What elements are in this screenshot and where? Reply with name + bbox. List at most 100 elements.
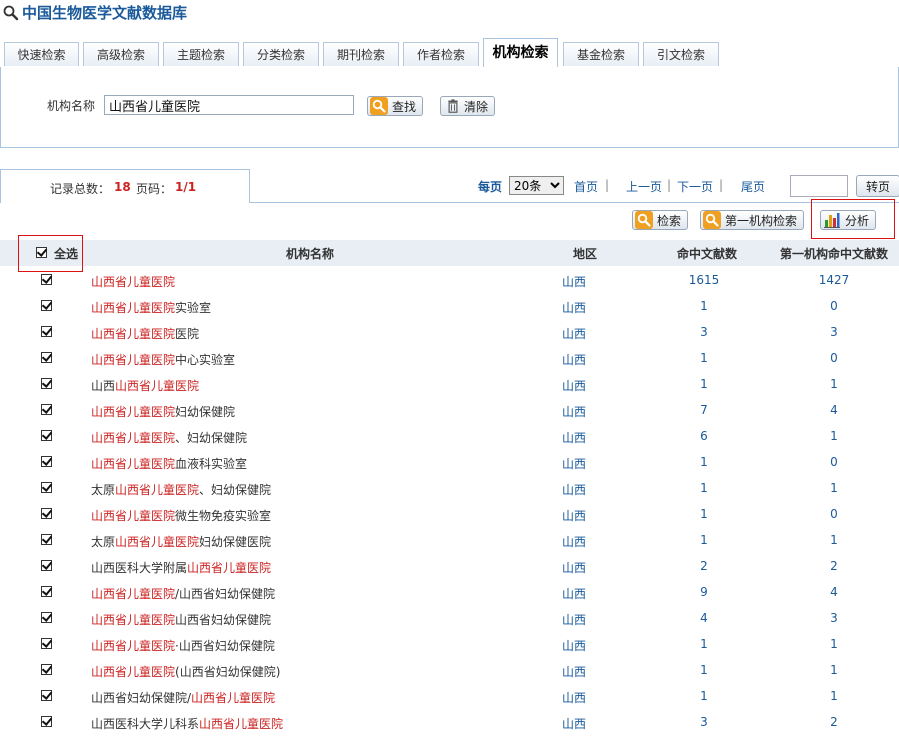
org-name-text: ·山西省妇幼保健院 bbox=[175, 639, 275, 653]
hits-cell: 1615 bbox=[688, 273, 720, 287]
org-name-cell[interactable]: 山西省儿童医院中心实验室 bbox=[91, 351, 235, 368]
org-name-cell[interactable]: 山西省儿童医院微生物免疫实验室 bbox=[91, 507, 271, 524]
next-page-link[interactable]: 下一页 bbox=[677, 178, 713, 195]
org-name-cell[interactable]: 山西省儿童医院血液科实验室 bbox=[91, 455, 247, 472]
prev-page-link[interactable]: 上一页 bbox=[626, 178, 662, 195]
org-name-cell[interactable]: 山西医科大学儿科系山西省儿童医院 bbox=[91, 715, 283, 732]
org-name-text: 太原 bbox=[91, 483, 116, 497]
row-checkbox[interactable] bbox=[41, 612, 52, 623]
row-checkbox[interactable] bbox=[41, 534, 52, 545]
page-number: 1/1 bbox=[175, 180, 197, 194]
table-row: 山西省儿童医院·山西省妇幼保健院 山西 1 1 bbox=[0, 631, 899, 657]
first-hits-cell: 1 bbox=[830, 481, 838, 495]
results-divider bbox=[250, 202, 899, 203]
page-number-label: 页码： bbox=[136, 182, 173, 196]
row-checkbox[interactable] bbox=[41, 430, 52, 441]
row-checkbox[interactable] bbox=[41, 482, 52, 493]
first-page-link[interactable]: 首页 bbox=[574, 178, 598, 195]
table-row: 太原山西省儿童医院、妇幼保健院 山西 1 1 bbox=[0, 475, 899, 501]
clear-button[interactable]: 清除 bbox=[440, 96, 496, 116]
magnifier-icon bbox=[3, 5, 19, 21]
org-name-cell[interactable]: 山西省儿童医院医院 bbox=[91, 325, 199, 342]
hits-cell: 1 bbox=[700, 455, 708, 469]
row-checkbox[interactable] bbox=[41, 300, 52, 311]
row-checkbox[interactable] bbox=[41, 378, 52, 389]
org-name-cell[interactable]: 山西省儿童医院(山西省妇幼保健院) bbox=[91, 663, 280, 680]
row-checkbox[interactable] bbox=[41, 404, 52, 415]
tab-8[interactable]: 基金检索 bbox=[563, 42, 639, 66]
hits-cell: 9 bbox=[700, 585, 708, 599]
org-name-cell[interactable]: 山西省儿童医院·山西省妇幼保健院 bbox=[91, 637, 275, 654]
app-title: 中国生物医学文献数据库 bbox=[0, 0, 187, 26]
org-name-cell[interactable]: 山西省儿童医院、妇幼保健院 bbox=[91, 429, 247, 446]
table-row: 山西省儿童医院 山西 1615 1427 bbox=[0, 267, 899, 293]
hits-cell: 1 bbox=[700, 351, 708, 365]
row-checkbox[interactable] bbox=[41, 326, 52, 337]
org-name-cell[interactable]: 山西医科大学附属山西省儿童医院 bbox=[91, 559, 271, 576]
org-name-cell[interactable]: 山西省妇幼保健院/山西省儿童医院 bbox=[91, 689, 275, 706]
tab-2[interactable]: 高级检索 bbox=[83, 42, 159, 66]
column-header-first-hits: 第一机构命中文献数 bbox=[780, 247, 889, 261]
region-cell: 山西 bbox=[562, 509, 587, 523]
hits-cell: 1 bbox=[700, 299, 708, 313]
org-name-text: (山西省妇幼保健院) bbox=[175, 665, 281, 679]
org-name-input[interactable] bbox=[104, 95, 354, 115]
row-checkbox[interactable] bbox=[41, 690, 52, 701]
org-name-cell[interactable]: 太原山西省儿童医院、妇幼保健院 bbox=[91, 481, 271, 498]
table-row: 山西省儿童医院实验室 山西 1 0 bbox=[0, 293, 899, 319]
row-checkbox[interactable] bbox=[41, 456, 52, 467]
org-name-highlight: 山西省儿童医院 bbox=[91, 639, 176, 653]
tab-5[interactable]: 期刊检索 bbox=[323, 42, 399, 66]
org-name-cell[interactable]: 太原山西省儿童医院妇幼保健医院 bbox=[91, 533, 271, 550]
per-page-select[interactable]: 20条 bbox=[509, 176, 564, 195]
org-name-text: 山西 bbox=[91, 379, 116, 393]
row-checkbox[interactable] bbox=[41, 586, 52, 597]
first-org-search-button[interactable]: 第一机构检索 bbox=[700, 210, 805, 230]
jump-page-button[interactable]: 转页 bbox=[856, 175, 899, 197]
first-hits-cell: 1 bbox=[830, 429, 838, 443]
row-checkbox[interactable] bbox=[41, 638, 52, 649]
find-button[interactable]: 查找 bbox=[367, 96, 424, 116]
tab-bar: 快速检索 高级检索 主题检索 分类检索 期刊检索 作者检索 机构检索 基金检索 引文检索 bbox=[0, 36, 899, 68]
region-cell: 山西 bbox=[562, 613, 587, 627]
search-button[interactable]: 检索 bbox=[632, 210, 689, 230]
tab-9[interactable]: 引文检索 bbox=[643, 42, 719, 66]
row-checkbox[interactable] bbox=[41, 560, 52, 571]
jump-page-input[interactable] bbox=[790, 175, 848, 197]
org-name-cell[interactable]: 山西省儿童医院/山西省妇幼保健院 bbox=[91, 585, 275, 602]
row-checkbox[interactable] bbox=[41, 508, 52, 519]
region-cell: 山西 bbox=[562, 561, 587, 575]
org-name-text: 妇幼保健医院 bbox=[199, 535, 272, 549]
select-all-checkbox[interactable] bbox=[36, 247, 47, 258]
pager-separator: | bbox=[605, 178, 610, 192]
org-name-cell[interactable]: 山西山西省儿童医院 bbox=[91, 377, 199, 394]
table-row: 山西省儿童医院微生物免疫实验室 山西 1 0 bbox=[0, 501, 899, 527]
org-name-cell[interactable]: 山西省儿童医院山西省妇幼保健院 bbox=[91, 611, 271, 628]
tab-1[interactable]: 快速检索 bbox=[4, 42, 79, 66]
org-name-cell[interactable]: 山西省儿童医院妇幼保健院 bbox=[91, 403, 235, 420]
table-row: 山西省儿童医院(山西省妇幼保健院) 山西 1 1 bbox=[0, 657, 899, 683]
row-checkbox[interactable] bbox=[41, 716, 52, 727]
org-name-cell[interactable]: 山西省儿童医院 bbox=[91, 273, 175, 290]
select-all-label[interactable]: 全选 bbox=[54, 245, 78, 262]
org-name-text: 山西省妇幼保健院 bbox=[175, 613, 272, 627]
row-checkbox[interactable] bbox=[41, 664, 52, 675]
tab-6[interactable]: 作者检索 bbox=[403, 42, 479, 66]
hits-cell: 1 bbox=[700, 663, 708, 677]
record-total-label: 记录总数： bbox=[50, 182, 111, 196]
tab-7[interactable]: 机构检索 bbox=[483, 38, 558, 68]
first-hits-cell: 1 bbox=[830, 533, 838, 547]
tab-4[interactable]: 分类检索 bbox=[243, 42, 319, 66]
tab-3[interactable]: 主题检索 bbox=[163, 42, 239, 66]
org-name-highlight: 山西省儿童医院 bbox=[91, 613, 176, 627]
hits-cell: 2 bbox=[700, 559, 708, 573]
table-header bbox=[0, 240, 899, 266]
last-page-link[interactable]: 尾页 bbox=[741, 178, 765, 195]
org-name-highlight: 山西省儿童医院 bbox=[91, 301, 176, 315]
org-name-cell[interactable]: 山西省儿童医院实验室 bbox=[91, 299, 211, 316]
org-name-highlight: 山西省儿童医院 bbox=[91, 275, 176, 289]
org-name-highlight: 山西省儿童医院 bbox=[91, 587, 176, 601]
first-hits-cell: 1 bbox=[830, 663, 838, 677]
row-checkbox[interactable] bbox=[41, 274, 52, 285]
row-checkbox[interactable] bbox=[41, 352, 52, 363]
